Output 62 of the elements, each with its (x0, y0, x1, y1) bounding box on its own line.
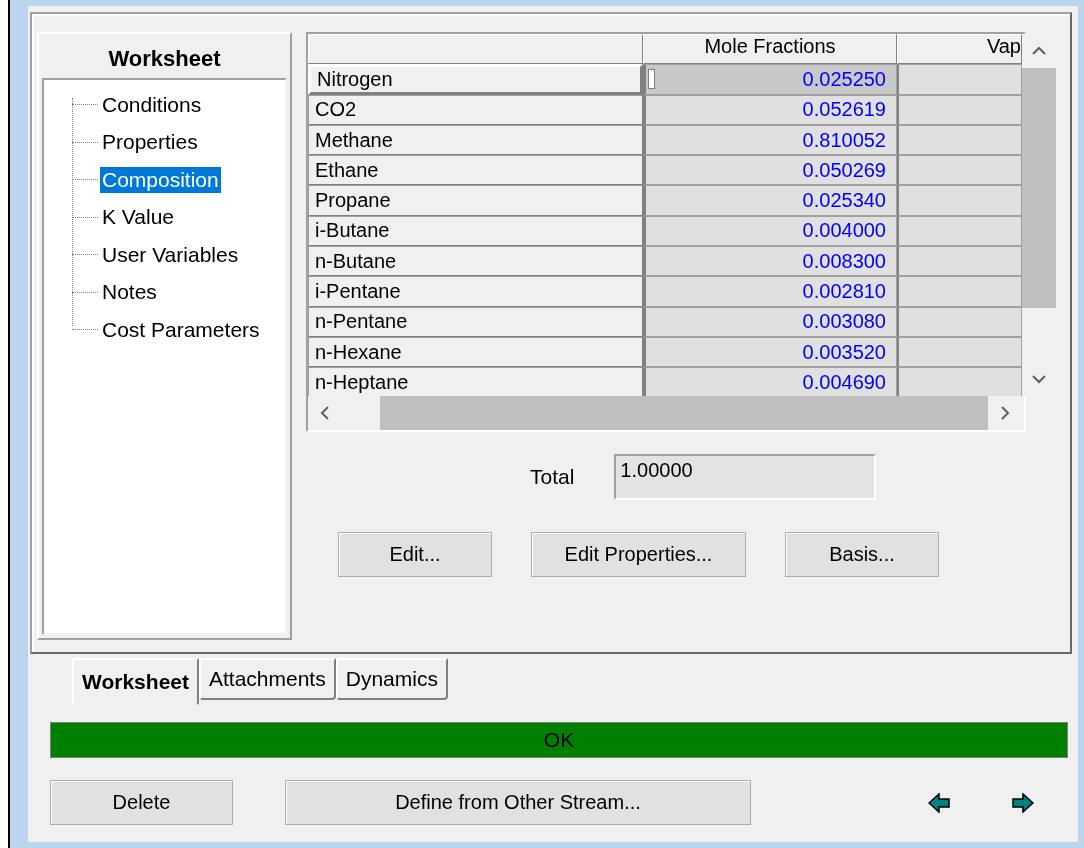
table-cell[interactable]: 0.050269 (643, 155, 897, 186)
tab[interactable]: Worksheet (72, 658, 199, 706)
text-cursor (648, 69, 655, 90)
table-cell[interactable] (897, 94, 1022, 125)
row-header[interactable]: Ethane (308, 155, 643, 186)
left-arrow-icon[interactable] (928, 792, 950, 813)
status-bar: OK (50, 722, 1068, 758)
table-cell[interactable]: 0.008300 (643, 246, 897, 277)
tree-item[interactable]: Notes (100, 279, 159, 306)
table-cell[interactable] (897, 64, 1022, 95)
table-cell[interactable]: 0.025250 (643, 64, 897, 95)
tree-item[interactable]: Composition (100, 166, 221, 193)
table-cell[interactable] (897, 185, 1022, 216)
table-cell[interactable]: 0.025340 (643, 185, 897, 216)
table-cell[interactable]: 0.003080 (643, 306, 897, 337)
row-header[interactable]: n-Hexane (308, 336, 643, 368)
tree-item[interactable]: K Value (100, 204, 176, 231)
table-cell[interactable] (897, 124, 1022, 156)
define-button[interactable]: Define from Other Stream... (285, 780, 751, 825)
left-caret-icon[interactable] (320, 406, 330, 420)
table-cell[interactable]: 0.810052 (643, 124, 897, 156)
row-header[interactable]: i-Butane (308, 215, 643, 247)
table-cell[interactable]: 0.004690 (643, 367, 897, 396)
total-field[interactable]: 1.00000 (614, 454, 877, 500)
table-cell[interactable] (897, 336, 1022, 368)
tree-item[interactable]: Properties (100, 129, 200, 156)
table-cell[interactable] (897, 246, 1022, 277)
tree-item[interactable]: Cost Parameters (100, 316, 262, 343)
column-header[interactable]: Vap (897, 34, 1022, 65)
table-cell[interactable] (897, 155, 1022, 186)
tree-title: Worksheet (107, 45, 222, 73)
edit-properties-button[interactable]: Edit Properties... (531, 532, 746, 577)
tree-item[interactable]: User Variables (100, 241, 241, 268)
right-arrow-icon[interactable] (1012, 792, 1034, 813)
scroll-thumb[interactable] (1022, 68, 1056, 308)
down-caret-icon[interactable] (1032, 374, 1046, 384)
row-header[interactable]: n-Pentane (308, 306, 643, 337)
tree-item[interactable]: Conditions (100, 91, 204, 118)
row-header[interactable]: n-Butane (308, 246, 643, 277)
table-cell[interactable] (897, 367, 1022, 396)
row-header[interactable]: i-Pentane (308, 276, 643, 307)
tab[interactable]: Dynamics (335, 658, 448, 700)
row-header[interactable]: CO2 (308, 94, 643, 125)
table-cell[interactable] (897, 215, 1022, 247)
row-header[interactable]: Nitrogen (308, 64, 643, 95)
up-caret-icon[interactable] (1032, 46, 1046, 56)
table-cell[interactable] (897, 276, 1022, 307)
edit-button[interactable]: Edit... (338, 532, 492, 577)
basis-button[interactable]: Basis... (785, 532, 939, 577)
column-header[interactable]: Mole Fractions (643, 34, 897, 65)
row-header[interactable]: Methane (308, 124, 643, 156)
table-cell[interactable]: 0.002810 (643, 276, 897, 307)
table-cell[interactable]: 0.052619 (643, 94, 897, 125)
table-cell[interactable]: 0.004000 (643, 215, 897, 247)
table-cell[interactable] (897, 306, 1022, 337)
table-cell[interactable]: 0.003520 (643, 336, 897, 368)
tab[interactable]: Attachments (199, 658, 336, 700)
total-label: Total (530, 465, 575, 489)
row-header[interactable]: Propane (308, 185, 643, 216)
delete-button[interactable]: Delete (50, 780, 233, 825)
right-caret-icon[interactable] (1000, 406, 1010, 420)
row-header[interactable]: n-Heptane (308, 367, 643, 396)
